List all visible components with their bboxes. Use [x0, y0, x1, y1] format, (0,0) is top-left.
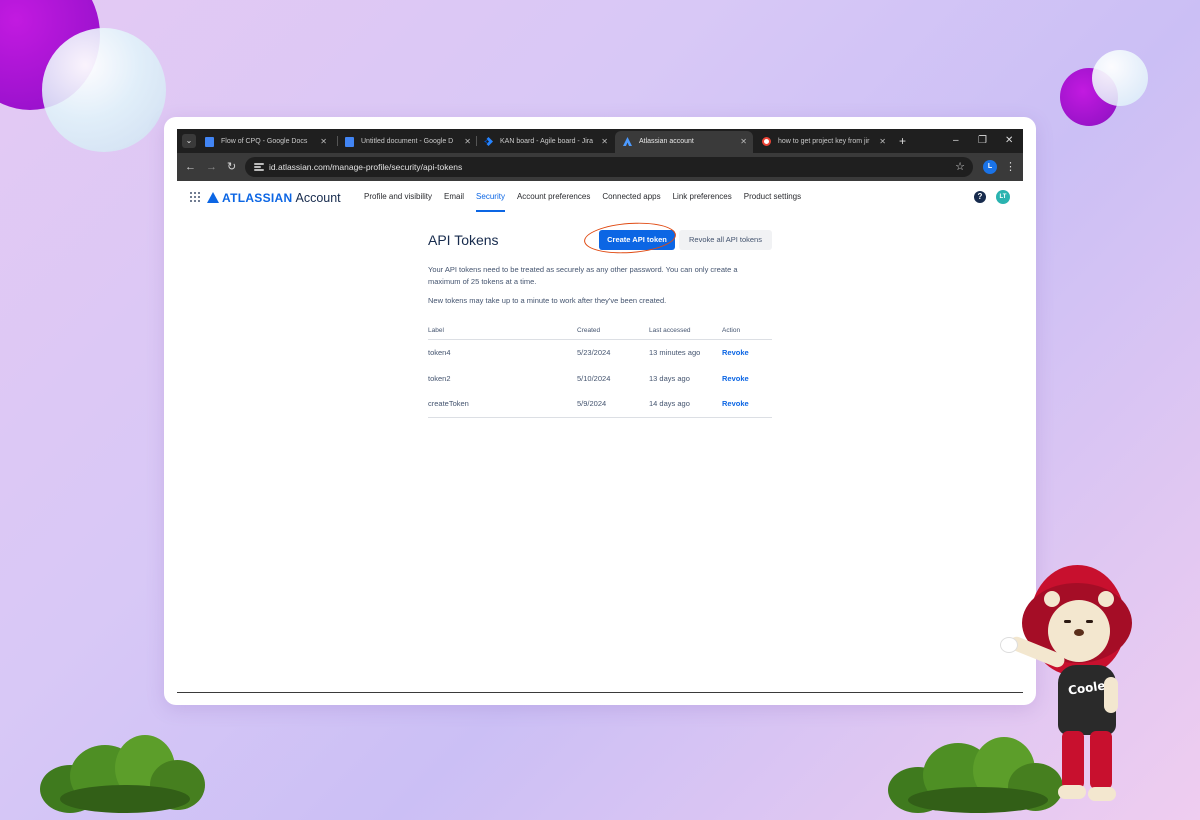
create-api-token-button[interactable]: Create API token: [599, 230, 675, 250]
api-tokens-table: Label Created Last accessed Action token…: [428, 323, 772, 418]
mascot-eye-left: [1064, 620, 1071, 623]
close-icon[interactable]: ✕: [740, 131, 747, 153]
site-info-icon[interactable]: [253, 161, 265, 173]
table-row: token2 5/10/2024 13 days ago Revoke: [428, 365, 772, 391]
lion-mascot-illustration: Coole: [1000, 565, 1132, 810]
column-header-action: Action: [722, 323, 772, 340]
nav-account-preferences[interactable]: Account preferences: [517, 181, 590, 213]
browser-chrome: ⌄ Flow of CPQ - Google Docs ✕ Untitled d…: [177, 129, 1023, 181]
tab-search-button[interactable]: ⌄: [182, 134, 196, 148]
column-header-created: Created: [577, 323, 649, 340]
decorative-bush-left: [40, 735, 205, 813]
browser-toolbar: ← → ↻ id.atlassian.com/manage-profile/se…: [177, 153, 1023, 181]
bookmark-star-icon[interactable]: ☆: [955, 157, 965, 177]
mascot-foot-right: [1088, 787, 1116, 801]
table-header-row: Label Created Last accessed Action: [428, 323, 772, 340]
column-header-label: Label: [428, 323, 577, 340]
token-last-accessed: 13 days ago: [649, 373, 690, 383]
help-icon[interactable]: ?: [974, 191, 986, 203]
tab-strip: ⌄ Flow of CPQ - Google Docs ✕ Untitled d…: [177, 129, 1023, 153]
tab-flow-of-cpq[interactable]: Flow of CPQ - Google Docs ✕: [197, 131, 333, 153]
close-icon[interactable]: ✕: [601, 131, 608, 153]
tab-kan-board[interactable]: KAN board - Agile board - Jira ✕: [476, 131, 614, 153]
app-header: ATLASSIAN Account Profile and visibility E…: [177, 181, 1023, 213]
browser-menu-icon[interactable]: ⋮: [1005, 159, 1016, 175]
decorative-bubble: [42, 28, 166, 152]
logo-word: ATLASSIAN: [222, 191, 293, 205]
minimize-button[interactable]: –: [953, 133, 959, 149]
google-docs-icon: [205, 137, 214, 147]
tab-title: KAN board - Agile board - Jira: [500, 138, 593, 145]
google-icon: [762, 137, 771, 146]
token-created: 5/23/2024: [577, 347, 611, 357]
nav-security[interactable]: Security: [476, 181, 505, 213]
token-created: 5/10/2024: [577, 373, 611, 383]
token-created: 5/9/2024: [577, 391, 649, 418]
reload-button[interactable]: ↻: [227, 159, 236, 175]
revoke-all-api-tokens-button[interactable]: Revoke all API tokens: [679, 230, 772, 250]
tab-title: Atlassian account: [639, 138, 694, 145]
token-label: createToken: [428, 391, 577, 418]
revoke-link[interactable]: Revoke: [722, 399, 749, 408]
mascot-nose: [1074, 629, 1084, 636]
close-icon[interactable]: ✕: [464, 131, 471, 153]
url-text[interactable]: id.atlassian.com/manage-profile/security…: [269, 157, 462, 177]
google-docs-icon: [345, 137, 354, 147]
column-header-last-accessed: Last accessed: [649, 323, 722, 340]
mascot-ear-right: [1098, 591, 1114, 607]
atlassian-icon: [623, 137, 632, 147]
back-button[interactable]: ←: [185, 159, 196, 175]
table-row: createToken 5/9/2024 14 days ago Revoke: [428, 391, 772, 418]
nav-product-settings[interactable]: Product settings: [744, 181, 801, 213]
close-icon[interactable]: ✕: [320, 131, 327, 153]
address-bar[interactable]: id.atlassian.com/manage-profile/security…: [245, 157, 973, 177]
revoke-link[interactable]: Revoke: [722, 348, 749, 357]
browser-profile-avatar[interactable]: L: [983, 160, 997, 174]
nav-profile-and-visibility[interactable]: Profile and visibility: [364, 181, 432, 213]
nav-connected-apps[interactable]: Connected apps: [602, 181, 660, 213]
nav-email[interactable]: Email: [444, 181, 464, 213]
close-window-button[interactable]: ✕: [1005, 133, 1013, 149]
mascot-leg-left: [1062, 731, 1084, 789]
page-title: API Tokens: [428, 232, 499, 248]
atlassian-account-logo[interactable]: ATLASSIAN Account: [207, 189, 341, 205]
description-text: Your API tokens need to be treated as se…: [428, 265, 738, 286]
decorative-bubble-small: [1092, 50, 1148, 106]
tab-title: Flow of CPQ - Google Docs: [221, 138, 308, 145]
logo-subtitle: Account: [295, 191, 341, 205]
restore-button[interactable]: ❐: [978, 133, 987, 149]
close-icon[interactable]: ✕: [879, 131, 886, 153]
mascot-foot-left: [1058, 785, 1086, 799]
new-tab-button[interactable]: +: [899, 132, 906, 150]
token-label: token4: [428, 347, 451, 357]
app-switcher-icon[interactable]: [190, 192, 200, 202]
nav-link-preferences[interactable]: Link preferences: [673, 181, 732, 213]
token-last-accessed: 13 minutes ago: [649, 347, 701, 357]
tab-untitled-document[interactable]: Untitled document - Google D ✕: [337, 131, 477, 153]
token-last-accessed: 14 days ago: [649, 391, 722, 418]
token-label: token2: [428, 373, 451, 383]
mascot-hand: [1000, 637, 1018, 653]
footer-divider: [177, 692, 1023, 693]
table-row: token4 5/23/2024 13 minutes ago Revoke: [428, 339, 772, 365]
tab-title: how to get project key from jir: [778, 138, 870, 145]
mascot-eye-right: [1086, 620, 1093, 623]
mascot-leg-right: [1090, 731, 1112, 789]
mascot-ear-left: [1044, 591, 1060, 607]
tab-google-search[interactable]: how to get project key from jir ✕: [754, 131, 892, 153]
jira-icon: [484, 137, 493, 147]
user-avatar[interactable]: LT: [996, 190, 1010, 204]
tab-title: Untitled document - Google D: [361, 138, 454, 145]
forward-button[interactable]: →: [206, 159, 217, 175]
main-nav: Profile and visibility Email Security Accou…: [364, 181, 813, 213]
revoke-link[interactable]: Revoke: [722, 374, 749, 383]
description-note: New tokens may take up to a minute to wo…: [428, 296, 667, 305]
atlassian-logo-icon: [207, 192, 219, 203]
tab-atlassian-account[interactable]: Atlassian account ✕: [615, 131, 753, 153]
mascot-arm-right: [1104, 677, 1118, 713]
